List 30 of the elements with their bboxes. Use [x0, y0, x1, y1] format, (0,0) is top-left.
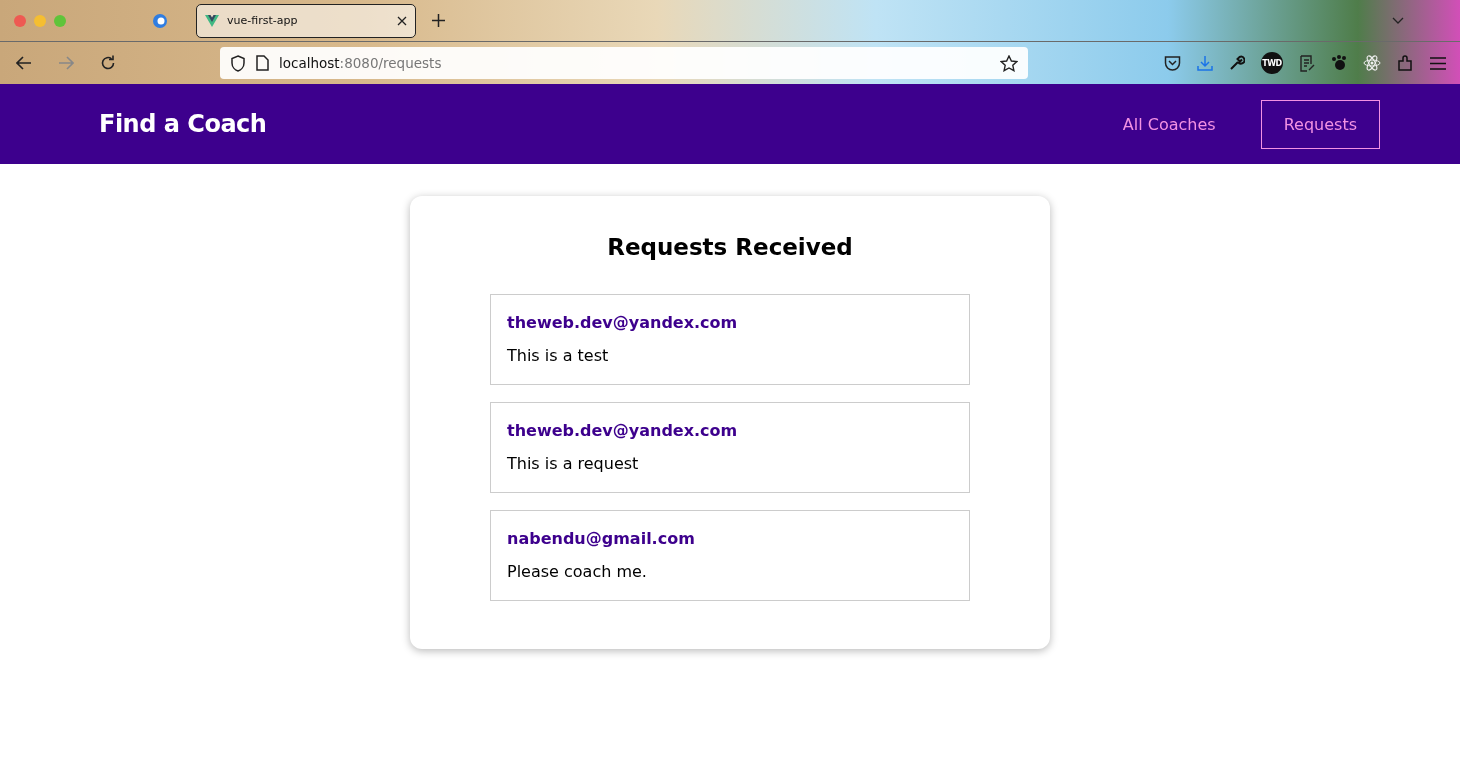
tab-title: vue-first-app: [227, 14, 299, 27]
nav-link[interactable]: All Coaches: [1099, 99, 1239, 149]
nav-link[interactable]: Requests: [1260, 99, 1380, 149]
page-icon: [256, 55, 269, 71]
plus-icon[interactable]: [432, 14, 445, 27]
atom-icon[interactable]: [1363, 54, 1381, 72]
pocket-icon[interactable]: [1164, 55, 1181, 71]
notes-icon[interactable]: [1299, 54, 1315, 72]
url-text: localhost:8080/requests: [279, 55, 443, 71]
extension-icon[interactable]: TWD: [1261, 52, 1283, 74]
request-message: This is a test: [507, 346, 610, 365]
shield-icon: [230, 54, 246, 72]
address-bar[interactable]: localhost:8080/requests: [220, 47, 1028, 79]
request-message: Please coach me.: [507, 562, 648, 581]
app-title: Find a Coach: [99, 110, 268, 138]
request-email: theweb.dev@yandex.com: [507, 313, 738, 332]
wrench-icon[interactable]: [1229, 55, 1245, 71]
request-message: This is a request: [507, 454, 640, 473]
chevron-down-icon[interactable]: [1392, 16, 1404, 25]
request-email: nabendu@gmail.com: [507, 529, 695, 548]
request-email: theweb.dev@yandex.com: [507, 421, 738, 440]
reload-icon[interactable]: [100, 55, 116, 71]
star-icon[interactable]: [1000, 54, 1018, 72]
back-icon[interactable]: [16, 56, 32, 70]
menu-icon[interactable]: [1430, 56, 1446, 70]
page-heading: Requests Received: [606, 234, 854, 260]
browser-tab[interactable]: vue-first-app: [196, 3, 416, 38]
close-icon[interactable]: [397, 15, 407, 26]
paw-icon[interactable]: [1331, 55, 1347, 71]
vue-logo-icon: [205, 14, 219, 27]
